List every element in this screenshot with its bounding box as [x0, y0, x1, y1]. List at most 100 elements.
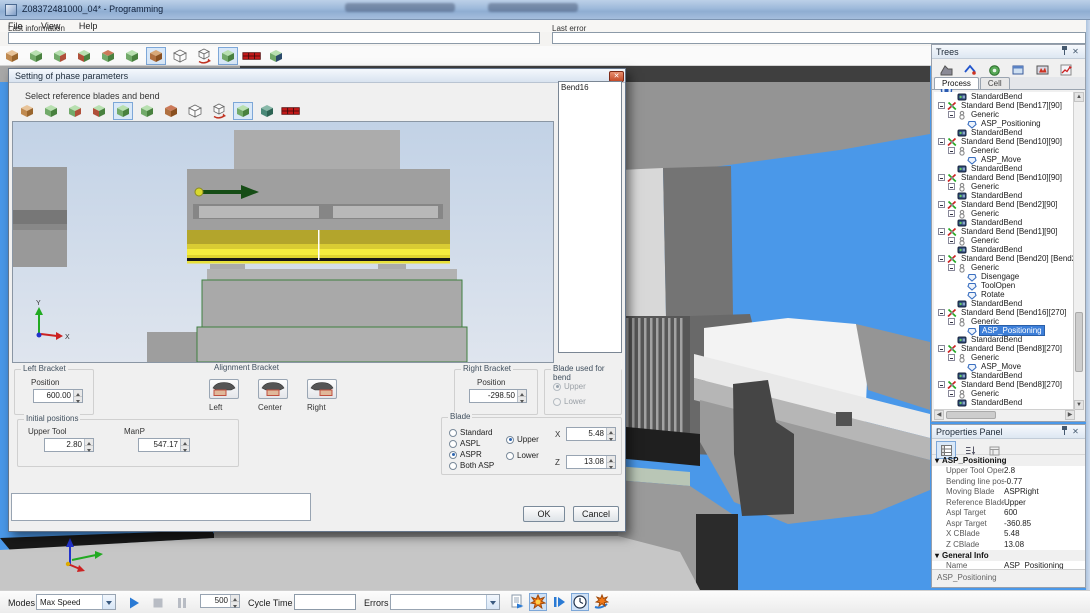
- view-cube-green-red-top-icon[interactable]: [98, 47, 118, 65]
- tree-item[interactable]: StandardBend: [934, 398, 1075, 407]
- alignment-right-button[interactable]: [307, 379, 337, 399]
- tree-item[interactable]: ASP_Positioning: [934, 326, 1075, 335]
- pin-icon[interactable]: [1059, 426, 1070, 437]
- tree-item[interactable]: Generic: [934, 110, 1075, 119]
- blade-cube-green-selected-icon[interactable]: [113, 102, 133, 120]
- report-export-icon[interactable]: [508, 593, 526, 611]
- right-bracket-position-spinner[interactable]: -298.50: [469, 389, 527, 403]
- blade-cube-teal-icon[interactable]: [257, 102, 277, 120]
- upper-tool-spinner[interactable]: 2.80: [44, 438, 94, 452]
- tree-item[interactable]: Standard Bend [Bend2][90]: [934, 200, 1075, 209]
- tree-item[interactable]: Standard Bend [Bend8][270]: [934, 380, 1075, 389]
- blade-block-striped-icon[interactable]: [281, 102, 301, 120]
- collapse-icon[interactable]: [938, 138, 945, 145]
- collapse-icon[interactable]: [938, 102, 945, 109]
- property-row[interactable]: X CBlade5.48: [932, 529, 1085, 540]
- measure-block-icon[interactable]: [242, 47, 262, 65]
- blade-cube-green-red-left-icon[interactable]: [89, 102, 109, 120]
- tree-item[interactable]: Generic: [934, 389, 1075, 398]
- window-titlebar[interactable]: Z08372481000_04* - Programming: [0, 0, 1090, 20]
- collision-check-icon[interactable]: [529, 593, 547, 611]
- blade-type-standard-radio[interactable]: Standard: [449, 428, 492, 437]
- view-cube-green-red-left-icon[interactable]: [74, 47, 94, 65]
- blade-cube-green-red-right-icon[interactable]: [65, 102, 85, 120]
- category-collapse-icon[interactable]: ▾: [935, 456, 939, 465]
- bend-listbox[interactable]: Bend16: [558, 81, 622, 353]
- manp-spinner[interactable]: 547.17: [138, 438, 190, 452]
- report-chart-icon[interactable]: [1056, 61, 1076, 79]
- blade-cube-brown-icon[interactable]: [17, 102, 37, 120]
- view-cube-green-icon[interactable]: [26, 47, 46, 65]
- speed-spinner[interactable]: 500: [200, 594, 240, 608]
- collapse-icon[interactable]: [948, 318, 955, 325]
- collapse-icon[interactable]: [948, 390, 955, 397]
- alignment-center-button[interactable]: [258, 379, 288, 399]
- collapse-icon[interactable]: [948, 111, 955, 118]
- dialog-titlebar[interactable]: Setting of phase parameters: [9, 69, 625, 83]
- tree-item[interactable]: Standard Bend [Bend10][90]: [934, 137, 1075, 146]
- tree-item[interactable]: Generic: [934, 263, 1075, 272]
- pause-button[interactable]: [172, 594, 192, 612]
- tree-item[interactable]: Standard Bend [Bend10][90]: [934, 173, 1075, 182]
- collapse-icon[interactable]: [938, 309, 945, 316]
- blade-cube-green-selected2-icon[interactable]: [233, 102, 253, 120]
- blade-cube-brown-red-icon[interactable]: [161, 102, 181, 120]
- view-cube-refresh-icon[interactable]: [194, 47, 214, 65]
- cycle-clock-icon[interactable]: [571, 593, 589, 611]
- close-icon[interactable]: ✕: [1070, 427, 1081, 436]
- blade-cube-outline-icon[interactable]: [185, 102, 205, 120]
- tree-item[interactable]: Generic: [934, 353, 1075, 362]
- collapse-icon[interactable]: [948, 210, 955, 217]
- pin-icon[interactable]: [1059, 46, 1070, 57]
- blade-cube-green2-icon[interactable]: [137, 102, 157, 120]
- tree-item[interactable]: Standard Bend [Bend1][90]: [934, 227, 1075, 236]
- z-cblade-spinner[interactable]: 13.08: [566, 455, 616, 469]
- left-bracket-position-spinner[interactable]: 600.00: [33, 389, 83, 403]
- last-error-field[interactable]: [552, 32, 1086, 44]
- x-cblade-spinner[interactable]: 5.48: [566, 427, 616, 441]
- blade-cube-green-icon[interactable]: [41, 102, 61, 120]
- blade-preview-3d-view[interactable]: Y X: [12, 121, 554, 363]
- tree-item[interactable]: Generic: [934, 182, 1075, 191]
- collapse-icon[interactable]: [948, 354, 955, 361]
- tree-item[interactable]: Disengage: [934, 272, 1075, 281]
- blade-type-aspr-radio[interactable]: ASPR: [449, 450, 482, 459]
- blade-cube-refresh-icon[interactable]: [209, 102, 229, 120]
- collision-settings-icon[interactable]: [592, 593, 610, 611]
- collapse-icon[interactable]: [938, 228, 945, 235]
- tree-item[interactable]: Generic: [934, 209, 1075, 218]
- collapse-icon[interactable]: [948, 237, 955, 244]
- ok-button[interactable]: OK: [523, 506, 565, 522]
- tree-item[interactable]: Generic: [934, 146, 1075, 155]
- tree-item[interactable]: Rotate: [934, 290, 1075, 299]
- tree-vertical-scrollbar[interactable]: ▲ ▼: [1073, 92, 1083, 410]
- simulation-screen-icon[interactable]: [1032, 61, 1052, 79]
- bend-list-item[interactable]: Bend16: [559, 82, 621, 93]
- property-row[interactable]: Upper Tool Oper2.8: [932, 466, 1085, 477]
- errors-dropdown[interactable]: [390, 594, 500, 610]
- stop-button[interactable]: [148, 594, 168, 612]
- property-category[interactable]: ▾ASP_Positioning: [932, 455, 1085, 466]
- last-information-field[interactable]: [8, 32, 540, 44]
- property-row[interactable]: Z CBlade13.08: [932, 540, 1085, 551]
- collapse-icon[interactable]: [938, 255, 945, 262]
- tree-item[interactable]: Generic: [934, 236, 1075, 245]
- alignment-left-button[interactable]: [209, 379, 239, 399]
- view-cube-brown-icon[interactable]: [2, 47, 22, 65]
- tree-item[interactable]: ASP_Move: [934, 155, 1075, 164]
- collapse-icon[interactable]: [948, 183, 955, 190]
- property-category[interactable]: ▾General Info: [932, 550, 1085, 561]
- tree-item[interactable]: Standard Bend [Bend20] [Bend21][2: [934, 254, 1075, 263]
- blade-side-upper-radio[interactable]: Upper: [506, 435, 539, 444]
- dialog-message-box[interactable]: [11, 493, 311, 521]
- tree-item[interactable]: ASP_Positioning: [934, 119, 1075, 128]
- tab-cell[interactable]: Cell: [980, 77, 1010, 89]
- collapse-icon[interactable]: [948, 147, 955, 154]
- cell-window-icon[interactable]: [1008, 61, 1028, 79]
- collapse-icon[interactable]: [938, 345, 945, 352]
- blade-side-lower-radio[interactable]: Lower: [506, 451, 539, 460]
- menu-help[interactable]: Help: [71, 20, 106, 32]
- category-collapse-icon[interactable]: ▾: [935, 551, 939, 560]
- view-cube-green-dark-icon[interactable]: [266, 47, 286, 65]
- property-row[interactable]: Reference BladeUpper: [932, 498, 1085, 509]
